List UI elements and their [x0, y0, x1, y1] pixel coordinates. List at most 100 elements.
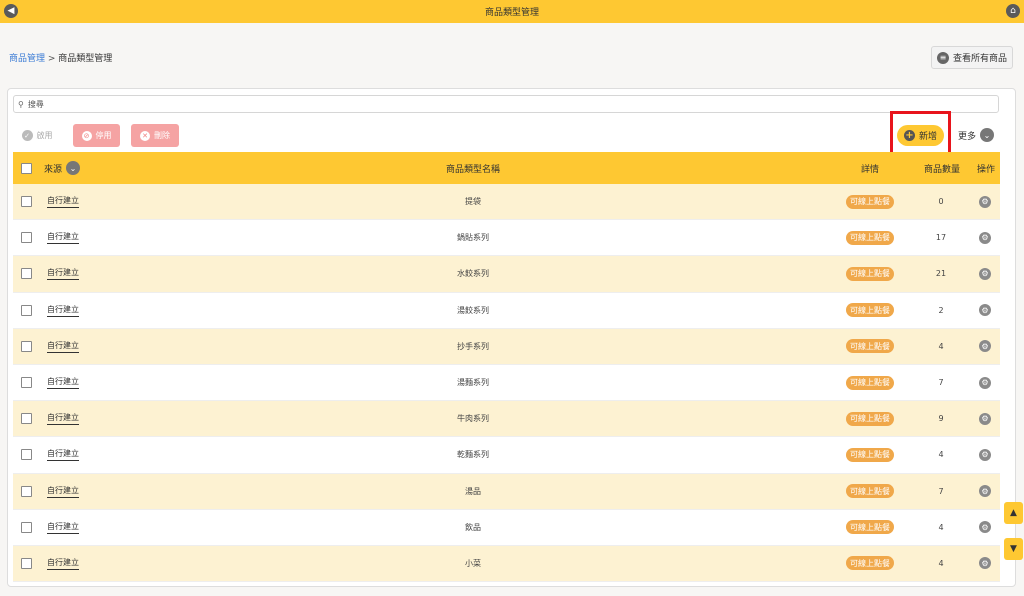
product-count: 7 [938, 486, 944, 496]
source-link[interactable]: 自行建立 [47, 376, 79, 390]
source-link[interactable]: 自行建立 [47, 557, 79, 570]
product-count: 9 [938, 414, 944, 424]
gear-icon[interactable]: ⚙ [979, 195, 991, 208]
enable-button[interactable]: ✓ 啟用 [13, 124, 61, 147]
category-name: 湯品 [465, 486, 481, 496]
home-icon[interactable]: ⌂ [1006, 4, 1020, 18]
row-checkbox-cell [21, 184, 32, 219]
source-link[interactable]: 自行建立 [47, 485, 79, 498]
delete-button[interactable]: ✕ 刪除 [131, 124, 179, 147]
gear-icon[interactable]: ⚙ [979, 448, 991, 461]
row-checkbox[interactable] [21, 340, 32, 352]
category-name: 水餃系列 [457, 269, 489, 279]
product-count: 4 [938, 450, 944, 460]
source-link[interactable]: 自行建立 [47, 231, 79, 245]
table-row: 自行建立 牛肉系列 可線上點餐 9 ⚙ [13, 401, 1000, 438]
table-row: 自行建立 抄手系列 可線上點餐 4 ⚙ [13, 328, 1000, 365]
more-button[interactable]: 更多 ⌄ [954, 124, 998, 146]
ban-icon: ⊘ [81, 130, 92, 141]
disable-button[interactable]: ⊘ 停用 [73, 124, 120, 147]
product-count: 4 [938, 558, 944, 568]
row-checkbox[interactable] [21, 449, 32, 461]
row-checkbox-cell [21, 546, 32, 581]
source-link[interactable]: 自行建立 [47, 195, 79, 209]
row-checkbox[interactable] [21, 557, 32, 569]
gear-icon[interactable]: ⚙ [979, 485, 991, 498]
row-checkbox-cell [21, 256, 32, 291]
source-link[interactable]: 自行建立 [47, 448, 79, 462]
gear-icon[interactable]: ⚙ [979, 267, 991, 280]
gear-icon[interactable]: ⚙ [979, 412, 991, 425]
select-all-cell [21, 152, 32, 184]
disable-label: 停用 [95, 131, 112, 140]
row-checkbox[interactable] [21, 521, 32, 533]
row-checkbox[interactable] [21, 268, 32, 280]
category-name: 湯餃系列 [457, 305, 489, 315]
check-icon: ✓ [21, 130, 33, 141]
detail-cell: 可線上點餐 [846, 401, 894, 436]
more-label: 更多 [957, 131, 976, 142]
add-button[interactable]: + 新增 [897, 125, 944, 146]
product-count: 4 [938, 522, 944, 532]
online-order-badge: 可線上點餐 [846, 230, 894, 245]
online-order-badge: 可線上點餐 [846, 447, 894, 462]
gear-icon[interactable]: ⚙ [979, 521, 991, 534]
breadcrumb-root-link[interactable]: 商品管理 [9, 54, 45, 64]
detail-cell: 可線上點餐 [846, 329, 894, 364]
back-icon[interactable]: ◀ [4, 4, 18, 18]
action-cell: ⚙ [979, 220, 991, 255]
source-link[interactable]: 自行建立 [47, 521, 79, 534]
online-order-badge: 可線上點餐 [846, 556, 894, 571]
product-count: 0 [938, 197, 944, 207]
row-checkbox[interactable] [21, 485, 32, 497]
source-link[interactable]: 自行建立 [47, 340, 79, 353]
row-checkbox-cell [21, 401, 32, 436]
table-header: 來源 ⌄ 商品類型名稱 詳情 商品數量 操作 [13, 152, 1000, 184]
gear-icon[interactable]: ⚙ [979, 376, 991, 389]
row-checkbox[interactable] [21, 196, 32, 208]
search-input[interactable] [27, 99, 928, 109]
top-bar: ◀ 商品類型管理 ⌂ [0, 0, 1024, 23]
row-checkbox-cell [21, 437, 32, 472]
select-all-checkbox[interactable] [21, 162, 32, 174]
row-checkbox-cell [21, 365, 32, 400]
row-checkbox[interactable] [21, 304, 32, 316]
header-source[interactable]: 來源 ⌄ [44, 152, 81, 184]
source-link[interactable]: 自行建立 [47, 267, 79, 281]
action-cell: ⚙ [979, 329, 991, 364]
table-row: 自行建立 飲品 可線上點餐 4 ⚙ [13, 509, 1000, 546]
product-count: 17 [935, 233, 947, 243]
action-cell: ⚙ [979, 293, 991, 328]
table-row: 自行建立 鍋貼系列 可線上點餐 17 ⚙ [13, 220, 1000, 257]
search-bar[interactable]: ⚲ [13, 95, 999, 113]
detail-cell: 可線上點餐 [846, 365, 894, 400]
source-cell: 自行建立 [47, 474, 79, 509]
row-checkbox-cell [21, 220, 32, 255]
category-name: 抄手系列 [457, 341, 489, 351]
table-row: 自行建立 乾麵系列 可線上點餐 4 ⚙ [13, 437, 1000, 474]
category-name: 鍋貼系列 [457, 233, 489, 243]
chevron-down-icon[interactable]: ⌄ [66, 161, 81, 175]
source-link[interactable]: 自行建立 [47, 304, 79, 317]
scroll-up-button[interactable]: ▲ [1004, 502, 1023, 524]
online-order-badge: 可線上點餐 [846, 520, 894, 535]
view-all-products-button[interactable]: ≡ 查看所有商品 [931, 46, 1013, 69]
scroll-down-button[interactable]: ▼ [1004, 538, 1023, 560]
row-checkbox[interactable] [21, 413, 32, 425]
row-checkbox[interactable] [21, 377, 32, 389]
source-cell: 自行建立 [47, 401, 79, 436]
online-order-badge: 可線上點餐 [846, 411, 894, 426]
table-row: 自行建立 湯餃系列 可線上點餐 2 ⚙ [13, 292, 1000, 329]
action-cell: ⚙ [979, 365, 991, 400]
online-order-badge: 可線上點餐 [846, 194, 894, 209]
gear-icon[interactable]: ⚙ [979, 304, 991, 317]
row-checkbox[interactable] [21, 232, 32, 244]
gear-icon[interactable]: ⚙ [979, 231, 991, 244]
source-cell: 自行建立 [47, 220, 79, 255]
chevron-down-icon: ⌄ [980, 128, 994, 142]
table-body: 自行建立 提袋 可線上點餐 0 ⚙ 自行建立 鍋貼系列 可線上點餐 17 ⚙ 自… [13, 184, 1000, 583]
online-order-badge: 可線上點餐 [846, 375, 894, 390]
gear-icon[interactable]: ⚙ [979, 340, 991, 353]
gear-icon[interactable]: ⚙ [979, 557, 991, 570]
source-link[interactable]: 自行建立 [47, 412, 79, 426]
